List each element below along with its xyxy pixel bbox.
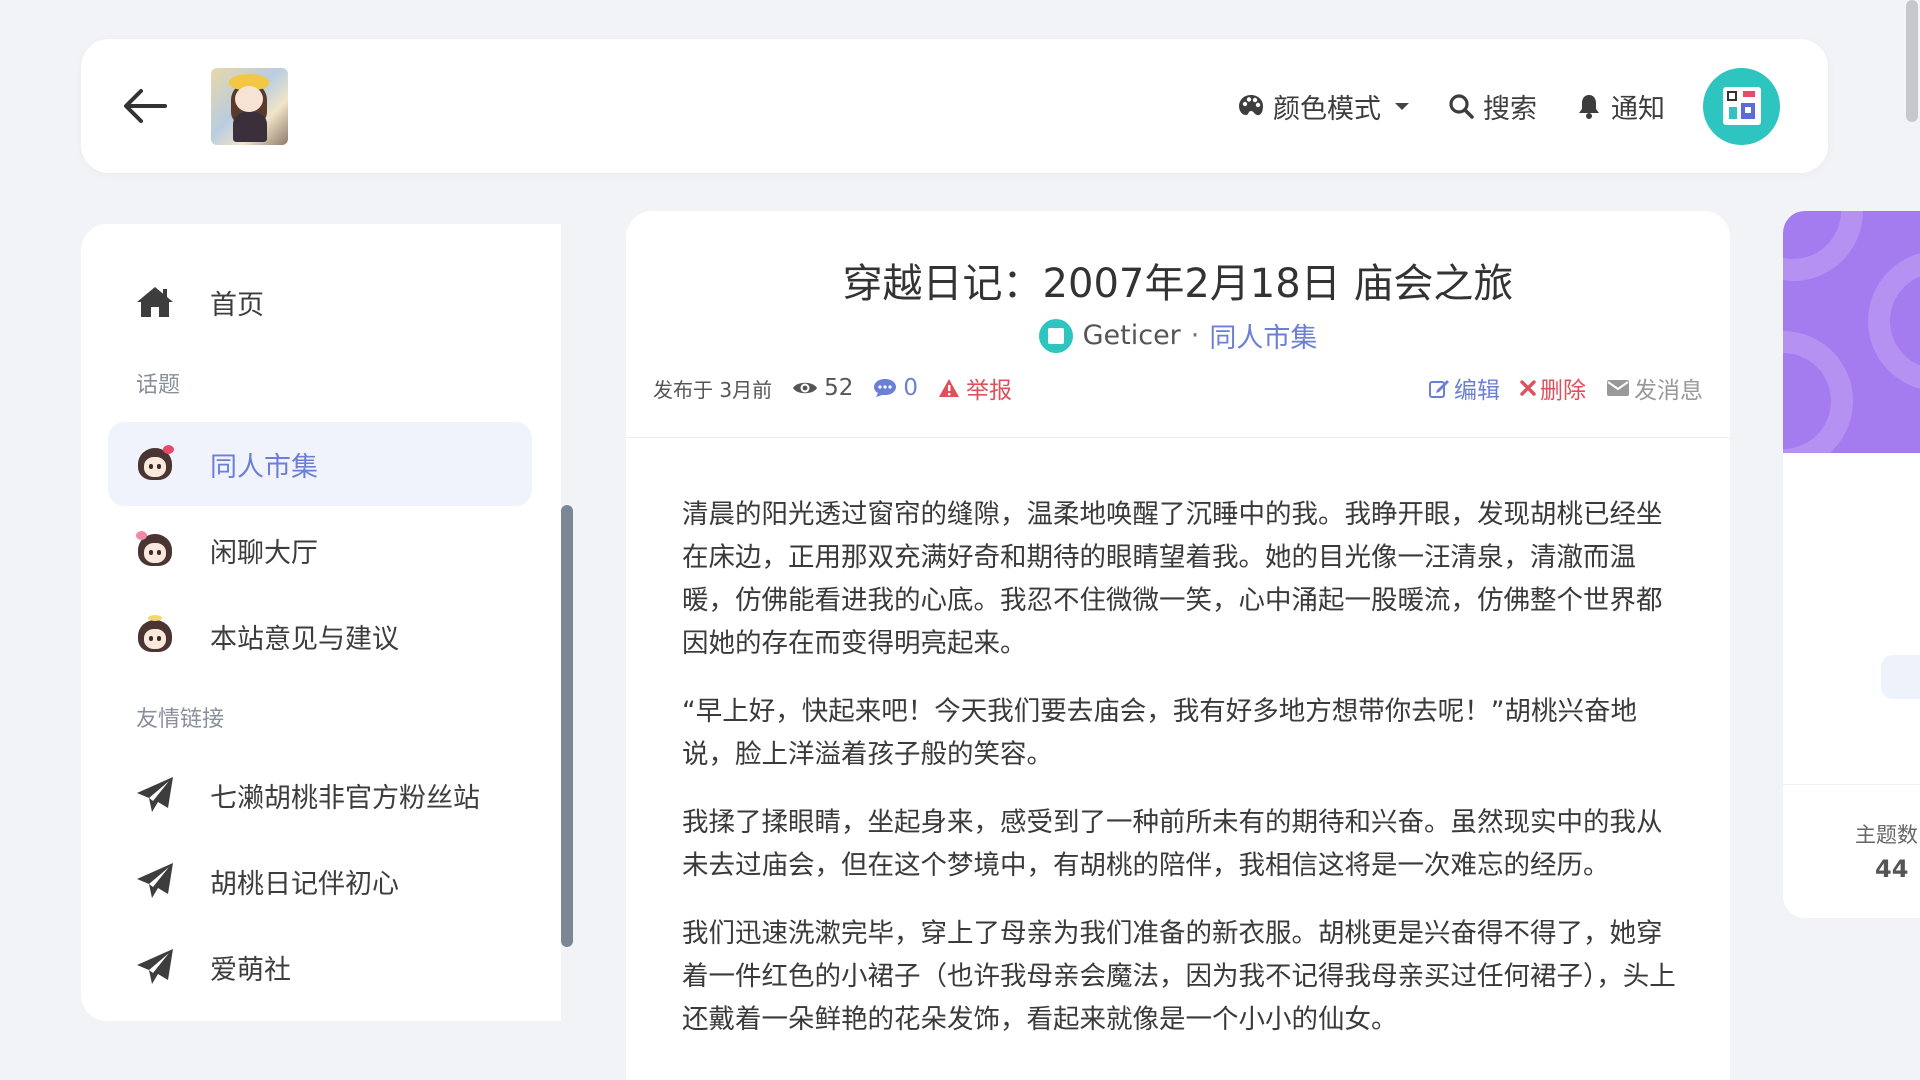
bell-icon [1579, 95, 1599, 119]
paper-plane-icon [134, 860, 176, 902]
color-mode-label: 颜色模式 [1273, 93, 1381, 125]
author-avatar[interactable] [1038, 318, 1073, 353]
comment-icon [874, 379, 897, 397]
notification-button[interactable]: 通知 [1575, 87, 1665, 126]
report-label: 举报 [966, 378, 1013, 404]
paper-plane-icon [134, 946, 176, 988]
qr-avatar-icon [1722, 87, 1761, 125]
sidebar-scrollbar[interactable] [561, 505, 573, 947]
sidebar-item-home[interactable]: 首页 [108, 260, 532, 344]
site-logo[interactable] [211, 68, 288, 145]
sidebar-item-label: 闲聊大厅 [210, 537, 318, 569]
eye-icon [793, 382, 818, 394]
envelope-icon [1607, 380, 1629, 396]
delete-button[interactable]: 删除 [1520, 371, 1586, 405]
delete-label: 删除 [1540, 378, 1586, 404]
sidebar-item-label: 七濑胡桃非官方粉丝站 [210, 782, 480, 814]
comment-count-value: 0 [903, 375, 919, 401]
sidebar-item-link-fansite[interactable]: 七濑胡桃非官方粉丝站 [108, 753, 532, 837]
search-label: 搜索 [1483, 93, 1537, 125]
topic-info-widget: 主题数 44 [1783, 211, 1920, 918]
separator-dot: · [1190, 320, 1200, 351]
sidebar-item-topic-market[interactable]: 同人市集 [108, 422, 532, 506]
color-mode-dropdown[interactable]: 颜色模式 [1237, 87, 1409, 126]
search-button[interactable]: 搜索 [1447, 87, 1537, 126]
back-arrow-icon [124, 89, 167, 123]
follow-toggle[interactable] [1881, 655, 1920, 699]
sidebar-item-link-aimeng[interactable]: 爱萌社 [108, 925, 532, 1009]
chevron-down-icon [1395, 102, 1409, 110]
user-avatar[interactable] [1703, 67, 1780, 145]
sidebar-item-label: 本站意见与建议 [210, 623, 399, 655]
article-body: 清晨的阳光透过窗帘的缝隙，温柔地唤醒了沉睡中的我。我睁开眼，发现胡桃已经坐在床边… [682, 493, 1677, 1066]
warning-icon [939, 379, 960, 397]
sidebar-item-topic-chat[interactable]: 闲聊大厅 [108, 508, 532, 592]
article-meta-bar: 发布于 3月前 52 0 举报 编辑 删除 发消息 [653, 371, 1703, 405]
notify-label: 通知 [1611, 93, 1665, 125]
section-topics-heading: 话题 [136, 373, 181, 398]
close-icon [1520, 380, 1536, 396]
view-count: 52 [792, 375, 853, 401]
sidebar-item-label: 胡桃日记伴初心 [210, 868, 399, 900]
report-button[interactable]: 举报 [938, 371, 1012, 405]
divider [1783, 784, 1920, 785]
paper-plane-icon [134, 774, 176, 816]
back-button[interactable] [121, 85, 169, 127]
article-paragraph: 我揉了揉眼睛，坐起身来，感受到了一种前所未有的期待和兴奋。虽然现实中的我从未去过… [682, 807, 1663, 881]
section-links-heading: 友情链接 [136, 707, 225, 732]
publish-time: 发布于 3月前 [653, 377, 773, 402]
category-link[interactable]: 同人市集 [1209, 316, 1317, 355]
sidebar-item-link-diary[interactable]: 胡桃日记伴初心 [108, 839, 532, 923]
article-card: 穿越日记：2007年2月18日 庙会之旅 Geticer · 同人市集 发布于 … [626, 211, 1730, 1080]
topic-count-value: 44 [1875, 855, 1909, 883]
topic-banner [1783, 211, 1920, 453]
search-icon [1449, 94, 1474, 119]
sidebar-item-label: 首页 [210, 289, 264, 321]
topic-avatar-icon [134, 529, 176, 571]
edit-button[interactable]: 编辑 [1428, 371, 1500, 405]
comment-count[interactable]: 0 [873, 375, 918, 401]
article-title: 穿越日记：2007年2月18日 庙会之旅 [842, 261, 1514, 307]
topic-count-label: 主题数 [1855, 823, 1918, 847]
sidebar-item-topic-feedback[interactable]: 本站意见与建议 [108, 594, 532, 678]
home-icon [134, 281, 176, 323]
sidebar: 首页 话题 同人市集 闲聊大厅 本站意见与建议 友情链接 七濑胡桃非官方粉丝站 … [81, 224, 561, 1021]
author-name[interactable]: Geticer [1083, 320, 1181, 351]
divider [626, 437, 1730, 438]
page-scrollbar[interactable] [1906, 0, 1918, 122]
edit-icon [1429, 380, 1449, 398]
palette-icon [1239, 95, 1263, 116]
topic-avatar-icon [134, 615, 176, 657]
view-count-value: 52 [824, 375, 854, 401]
article-paragraph: “早上好，快起来吧！今天我们要去庙会，我有好多地方想带你去呢！”胡桃兴奋地说，脸… [682, 696, 1637, 770]
send-message-button[interactable]: 发消息 [1606, 371, 1703, 405]
topic-avatar-icon [134, 443, 176, 485]
article-paragraph: 我们迅速洗漱完毕，穿上了母亲为我们准备的新衣服。胡桃更是兴奋得不得了，她穿着一件… [682, 918, 1676, 1035]
sidebar-item-label: 同人市集 [210, 451, 318, 483]
edit-label: 编辑 [1454, 378, 1500, 404]
send-message-label: 发消息 [1634, 378, 1703, 404]
top-navbar: 颜色模式 搜索 通知 [81, 39, 1828, 173]
sidebar-item-label: 爱萌社 [210, 954, 291, 986]
article-paragraph: 清晨的阳光透过窗帘的缝隙，温柔地唤醒了沉睡中的我。我睁开眼，发现胡桃已经坐在床边… [682, 499, 1663, 659]
